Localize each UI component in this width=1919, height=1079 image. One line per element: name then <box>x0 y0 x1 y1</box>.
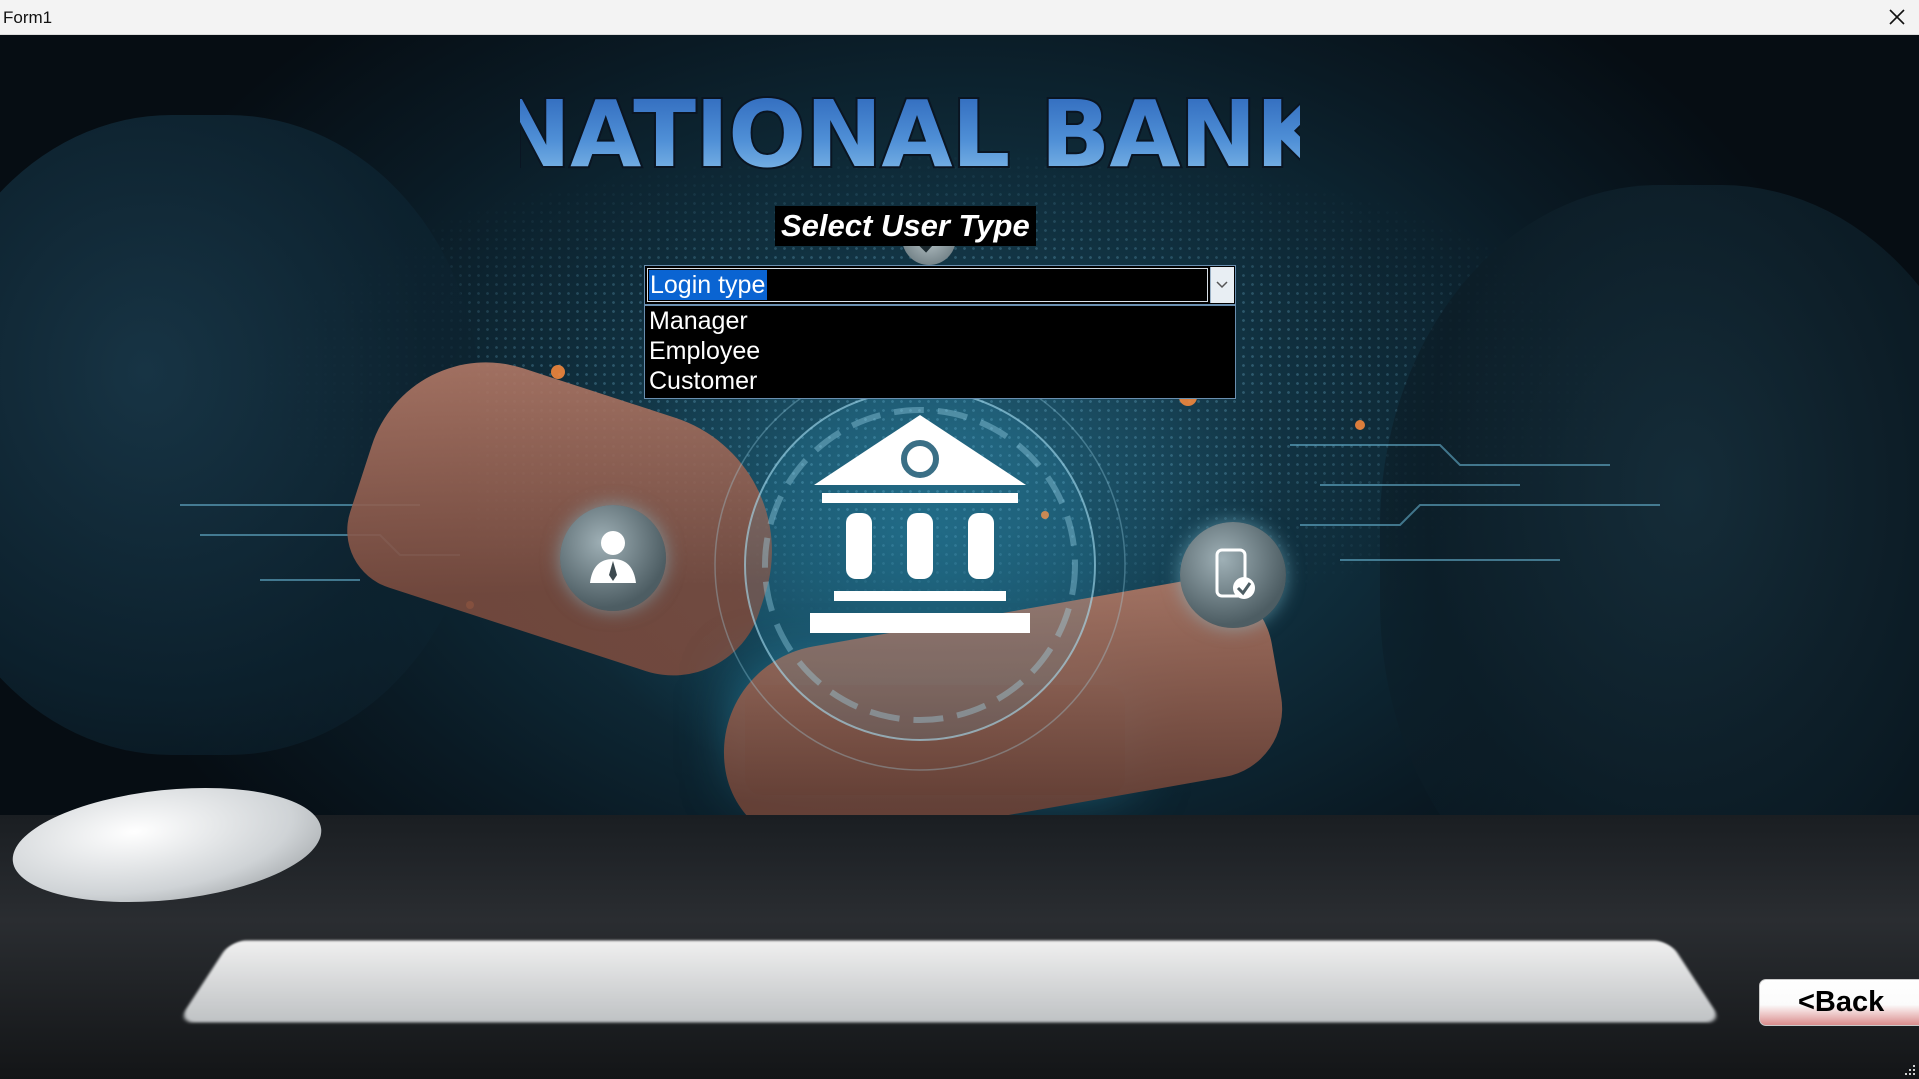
select-user-type-label: Select User Type <box>775 206 1036 246</box>
login-type-selected-text: Login type <box>649 270 768 300</box>
close-button[interactable] <box>1873 0 1919 35</box>
login-option-manager[interactable]: Manager <box>649 306 748 336</box>
background-keyboard <box>177 940 1723 1023</box>
bank-name-heading: NATIONAL BANK <box>520 79 1300 185</box>
businessman-icon <box>560 505 666 611</box>
login-option-customer[interactable]: Customer <box>649 366 757 396</box>
resize-grip-icon[interactable] <box>1901 1061 1917 1077</box>
login-type-dropdown-button[interactable] <box>1210 267 1234 303</box>
login-option-employee[interactable]: Employee <box>649 336 760 366</box>
back-button-label: <Back <box>1798 986 1885 1018</box>
login-type-dropdown-list: Manager Employee Customer <box>644 305 1236 399</box>
chevron-down-icon <box>1216 281 1228 289</box>
bank-building-icon <box>714 375 1126 771</box>
mobile-check-icon <box>1180 522 1286 628</box>
form-client-area: NATIONAL BANK Select User Type Login typ… <box>0 35 1919 1079</box>
back-button[interactable]: <Back <box>1759 979 1919 1026</box>
login-type-text-area[interactable]: Login type <box>647 268 1208 302</box>
bank-name-text: NATIONAL BANK <box>520 81 1300 185</box>
window-title: Form1 <box>3 8 53 27</box>
close-icon <box>1889 9 1905 25</box>
window-titlebar: Form1 <box>0 0 1919 35</box>
login-type-combobox[interactable]: Login type <box>644 265 1236 305</box>
